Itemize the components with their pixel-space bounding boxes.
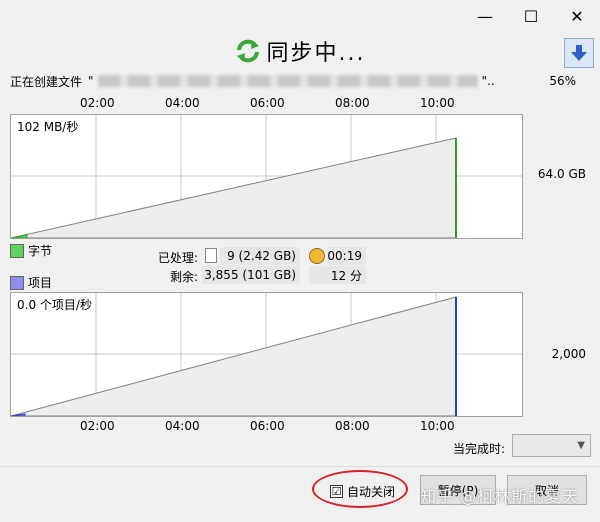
bytes-chart: 102 MB/秒 [10,114,523,239]
bytes-legend: 字节 [10,242,52,259]
highlight-circle [312,470,408,508]
minimize-button[interactable]: — [462,0,508,32]
title-text: 同步中... [266,41,366,66]
time-tick-top-2: 04:00 [165,96,200,110]
status-line: 正在创建文件 " ".. 56% [10,72,590,90]
clock-icon [309,248,325,264]
time-tick-bottom-5: 10:00 [420,419,455,433]
time-tick-bottom-1: 02:00 [80,419,115,433]
blurred-file-path [97,75,478,87]
maximize-button[interactable]: ☐ [508,0,554,32]
bytes-progress-area [11,234,28,238]
remaining-time: 12 分 [309,266,366,284]
items-legend-swatch [10,275,24,290]
details-toggle-button[interactable] [564,38,594,68]
progress-percent: 56% [549,74,576,88]
dialog-title: 同步中... [0,34,600,68]
items-legend-label: 项目 [28,276,53,290]
window-controls: — ☐ ✕ [462,0,600,32]
time-tick-top-5: 10:00 [420,96,455,110]
watermark: 知乎 @柯林斯的夏天 [420,487,580,506]
remaining-value: 3,855 (101 GB) [202,266,300,284]
eta-dropdown[interactable]: ▼ [512,434,591,457]
bytes-rate: 102 MB/秒 [17,120,79,134]
sync-icon [236,39,259,63]
arrow-down-icon [571,45,587,61]
eta-label: 当完成时: [453,442,506,456]
elapsed-time: 00:19 [327,247,366,265]
items-legend: 项目 [10,274,52,291]
bytes-legend-label: 字节 [28,244,53,258]
items-chart: 0.0 个项目/秒 [10,292,523,417]
status-prefix: 正在创建文件 [10,74,83,89]
processed-label: 已处理: [157,251,198,265]
quote-open: " [88,74,94,88]
time-tick-top-3: 06:00 [250,96,285,110]
bytes-legend-swatch [10,243,24,258]
bytes-projection-area [11,137,457,238]
processed-value: 9 (2.42 GB) [220,247,300,265]
file-icon [205,248,217,263]
time-tick-bottom-4: 08:00 [335,419,370,433]
items-projection-area [11,296,457,416]
time-tick-top-1: 02:00 [80,96,115,110]
remaining-label: 剩余: [169,270,198,284]
items-total: 2,000 [551,347,586,361]
items-rate: 0.0 个项目/秒 [17,298,92,312]
bytes-total: 64.0 GB [537,167,586,181]
time-tick-top-4: 08:00 [335,96,370,110]
time-tick-bottom-3: 06:00 [250,419,285,433]
time-tick-bottom-2: 04:00 [165,419,200,433]
chevron-down-icon: ▼ [577,440,585,451]
close-button[interactable]: ✕ [554,0,600,32]
quote-close: ".. [481,74,495,88]
